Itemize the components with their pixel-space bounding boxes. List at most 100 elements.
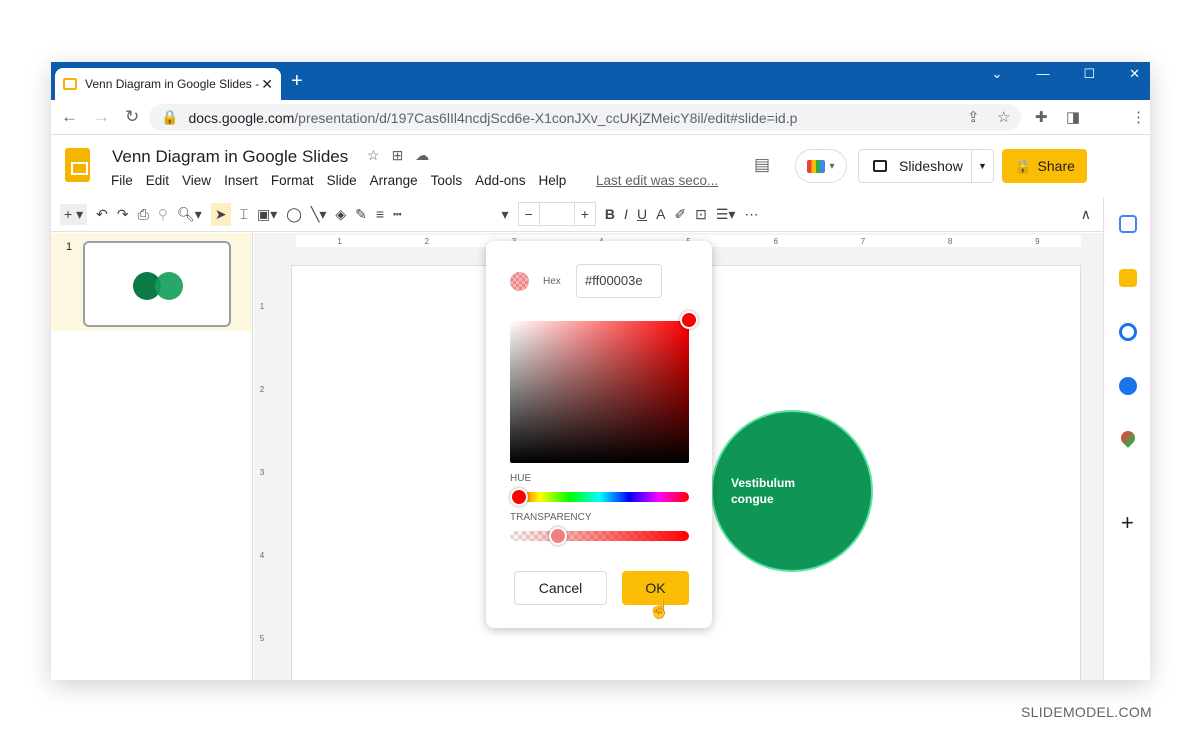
star-icon[interactable]: ☆: [367, 147, 380, 164]
tab-search-icon[interactable]: ⌄: [992, 66, 1003, 82]
fill-color-icon[interactable]: ◈: [335, 206, 346, 223]
keep-icon[interactable]: [1119, 269, 1137, 287]
slide-number: 1: [66, 241, 73, 253]
lock-icon: 🔒: [161, 109, 179, 125]
forward-icon[interactable]: →: [93, 107, 115, 127]
hue-handle[interactable]: [510, 488, 528, 506]
image-icon[interactable]: ▣▾: [257, 206, 277, 223]
bold-icon[interactable]: B: [605, 206, 615, 222]
calendar-icon[interactable]: [1119, 215, 1137, 233]
align-icon[interactable]: ☰▾: [716, 206, 736, 223]
cloud-saved-icon[interactable]: ☁: [415, 147, 429, 164]
menu-format[interactable]: Format: [271, 173, 314, 188]
slide-thumbnail[interactable]: [83, 241, 231, 327]
new-tab-button[interactable]: +: [291, 70, 303, 93]
color-preview-swatch: [510, 272, 529, 291]
collapse-icon[interactable]: ∧: [1081, 206, 1091, 223]
menu-file[interactable]: File: [111, 173, 133, 188]
saturation-handle[interactable]: [680, 311, 698, 329]
cancel-button[interactable]: Cancel: [514, 571, 607, 605]
document-title[interactable]: Venn Diagram in Google Slides: [112, 147, 348, 167]
menu-arrange[interactable]: Arrange: [370, 173, 418, 188]
thumb-circle: [155, 272, 183, 300]
decrease-font-icon[interactable]: −: [519, 206, 539, 222]
print-icon[interactable]: ⎙: [138, 206, 149, 223]
reload-icon[interactable]: ↻: [125, 107, 147, 127]
menu-insert[interactable]: Insert: [224, 173, 258, 188]
border-dash-icon[interactable]: ┅: [393, 206, 401, 223]
paint-format-icon[interactable]: ⚲: [158, 206, 168, 223]
comments-icon[interactable]: ▤: [754, 155, 770, 175]
menu-view[interactable]: View: [182, 173, 211, 188]
line-icon[interactable]: ╲▾: [311, 206, 326, 223]
saturation-value-area[interactable]: [510, 321, 689, 463]
minimize-button[interactable]: —: [1036, 66, 1049, 82]
hue-slider[interactable]: [510, 492, 689, 502]
new-slide-icon[interactable]: + ▾: [60, 203, 88, 225]
transparency-handle[interactable]: [549, 527, 568, 545]
share-button[interactable]: 🔒 Share: [1002, 149, 1087, 183]
vertical-ruler[interactable]: 1 2 3 4 5: [256, 265, 268, 680]
bookmark-star-icon[interactable]: ☆: [997, 108, 1010, 126]
browser-tab[interactable]: Venn Diagram in Google Slides - ✕: [55, 68, 281, 100]
tab-title: Venn Diagram in Google Slides -: [85, 77, 260, 91]
title-bar: Venn Diagram in Google Slides - ✕ + ⌄ — ☐ ✕: [51, 62, 1150, 100]
close-window-button[interactable]: ✕: [1129, 66, 1140, 82]
ruler-label: 2: [259, 385, 265, 394]
share-label: Share: [1037, 158, 1075, 174]
shape-icon[interactable]: ◯: [286, 206, 302, 223]
side-panel-icon[interactable]: ◨: [1066, 108, 1080, 126]
ruler-label: 6: [773, 236, 778, 246]
highlight-icon[interactable]: ✐: [674, 206, 686, 223]
font-size-stepper[interactable]: − +: [517, 202, 596, 226]
border-weight-icon[interactable]: ≡: [376, 206, 384, 222]
menu-help[interactable]: Help: [538, 173, 566, 188]
extensions-icon[interactable]: ✚: [1035, 108, 1048, 126]
menu-addons[interactable]: Add-ons: [475, 173, 525, 188]
more-icon[interactable]: ⋯: [744, 206, 758, 223]
add-addon-icon[interactable]: +: [1121, 510, 1134, 536]
docs-header: Venn Diagram in Google Slides ☆ ⊞ ☁ File Ed…: [51, 135, 1150, 197]
undo-icon[interactable]: ↶: [96, 206, 108, 223]
tasks-icon[interactable]: [1119, 323, 1137, 341]
right-side-panel: +: [1103, 197, 1150, 680]
italic-icon[interactable]: I: [624, 206, 628, 222]
address-bar-row: ← → ↻ 🔒 docs.google.com/presentation/d/197C…: [51, 100, 1150, 135]
text-box-icon[interactable]: ⌶: [240, 206, 248, 223]
share-page-icon[interactable]: ⇪: [967, 108, 980, 126]
close-tab-icon[interactable]: ✕: [261, 76, 273, 93]
ruler-label: 7: [860, 236, 866, 246]
font-size-input[interactable]: [538, 203, 575, 225]
circle-text[interactable]: Vestibulum congue: [731, 475, 811, 507]
hex-input[interactable]: #ff00003e: [576, 264, 662, 298]
insert-link-icon[interactable]: ⊡: [695, 206, 707, 223]
menu-tools[interactable]: Tools: [431, 173, 463, 188]
select-icon[interactable]: ➤: [210, 202, 231, 226]
increase-font-icon[interactable]: +: [575, 206, 595, 222]
move-folder-icon[interactable]: ⊞: [392, 147, 404, 164]
font-dropdown[interactable]: ▾: [502, 206, 509, 223]
maximize-button[interactable]: ☐: [1083, 66, 1095, 82]
slides-logo[interactable]: [65, 148, 90, 182]
ruler-label: 1: [259, 302, 265, 311]
menu-edit[interactable]: Edit: [146, 173, 169, 188]
maps-icon[interactable]: [1118, 428, 1138, 448]
menu-slide[interactable]: Slide: [327, 173, 357, 188]
slide-thumbnail-row[interactable]: 1: [51, 233, 252, 331]
contacts-icon[interactable]: [1119, 377, 1137, 395]
meet-button[interactable]: ▾: [795, 149, 847, 183]
last-edit-link[interactable]: Last edit was seco...: [596, 173, 718, 188]
browser-menu-icon[interactable]: ⋮: [1131, 108, 1146, 126]
zoom-icon[interactable]: 🔍︎▾: [177, 206, 202, 223]
slideshow-button[interactable]: Slideshow ▼: [858, 149, 994, 183]
border-color-icon[interactable]: ✎: [355, 206, 367, 223]
transparency-slider[interactable]: [510, 531, 689, 541]
ruler-label: 1: [337, 236, 342, 246]
underline-icon[interactable]: U: [637, 206, 647, 222]
redo-icon[interactable]: ↷: [117, 206, 129, 223]
venn-circle[interactable]: Vestibulum congue: [711, 410, 873, 572]
back-icon[interactable]: ←: [61, 107, 83, 127]
text-color-icon[interactable]: A: [656, 206, 665, 222]
slideshow-dropdown[interactable]: ▼: [971, 150, 993, 182]
url-input[interactable]: 🔒 docs.google.com/presentation/d/197Cas6l…: [149, 104, 1021, 131]
